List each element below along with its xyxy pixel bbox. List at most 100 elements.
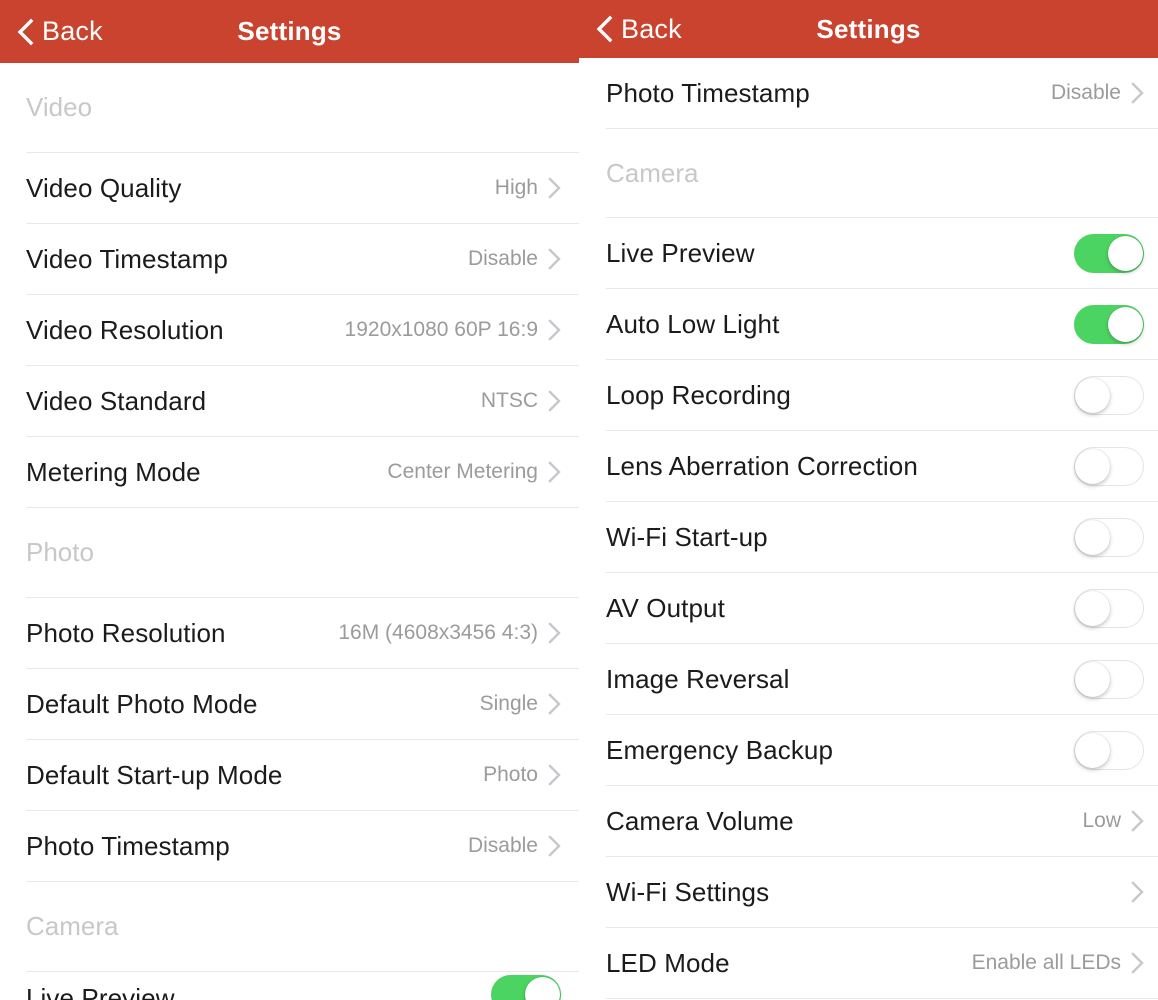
right-settings-list: Photo Timestamp Disable Camera Live Prev… (579, 58, 1158, 1000)
row-accessory: High (495, 176, 561, 200)
chevron-right-icon (548, 177, 561, 199)
chevron-right-icon (548, 319, 561, 341)
section-header-video: Video (26, 92, 93, 122)
table-row[interactable]: Emergency Backup (579, 715, 1158, 785)
row-label: Wi-Fi Settings (606, 876, 770, 907)
row-label: Camera Volume (606, 805, 794, 836)
lens-aberration-correction-toggle[interactable] (1074, 446, 1144, 486)
row-value: High (494, 176, 538, 199)
chevron-right-icon (1131, 881, 1144, 903)
row-accessory: 16M (4608x3456 4:3) (338, 621, 561, 645)
row-value: Disable (467, 834, 538, 857)
auto-low-light-toggle[interactable] (1074, 304, 1144, 344)
row-accessory (1074, 730, 1144, 770)
toggle-knob (1108, 306, 1143, 342)
toggle-knob (1075, 519, 1110, 555)
row-accessory (1121, 881, 1144, 903)
row-label: Lens Aberration Correction (606, 450, 918, 481)
row-value: 1920x1080 60P 16:9 (344, 318, 538, 341)
row-value: Photo (483, 763, 538, 786)
row-label: Photo Timestamp (606, 77, 810, 108)
row-accessory (1074, 304, 1144, 344)
toggle-knob (1108, 235, 1143, 271)
toggle-knob (1075, 732, 1110, 768)
divider (606, 128, 1158, 129)
row-label: Image Reversal (606, 663, 790, 694)
emergency-backup-toggle[interactable] (1074, 730, 1144, 770)
left-settings-list: Video Video Quality High Video Timestamp… (0, 63, 579, 1000)
row-accessory (1074, 517, 1144, 557)
section-header-camera: Camera (606, 157, 699, 188)
toggle-knob (1075, 448, 1110, 484)
row-label: Live Preview (606, 237, 755, 268)
table-row[interactable]: Wi-Fi Settings (579, 857, 1158, 927)
row-label: Video Quality (26, 172, 182, 203)
row-accessory: Low (1082, 809, 1144, 833)
row-accessory (1074, 588, 1144, 628)
row-accessory: Enable all LEDs (972, 951, 1144, 975)
toggle-knob (525, 977, 560, 1000)
back-button[interactable]: Back (593, 14, 682, 45)
row-accessory (1074, 233, 1144, 273)
row-label: Video Timestamp (26, 243, 228, 274)
left-settings-panel: Back Settings Video Video Quality High V… (0, 0, 579, 1000)
image-reversal-toggle[interactable] (1074, 659, 1144, 699)
row-label: Wi-Fi Start-up (606, 521, 768, 552)
table-row[interactable]: Lens Aberration Correction (579, 431, 1158, 501)
row-label: Video Resolution (26, 314, 224, 345)
row-value: Single (479, 692, 538, 715)
table-row[interactable]: Loop Recording (579, 360, 1158, 430)
chevron-right-icon (548, 835, 561, 857)
row-label: Default Start-up Mode (26, 759, 283, 790)
table-row[interactable]: Video Resolution 1920x1080 60P 16:9 (0, 295, 579, 365)
row-accessory: Single (480, 692, 561, 716)
back-button[interactable]: Back (14, 16, 103, 47)
divider (26, 881, 579, 882)
av-output-toggle[interactable] (1074, 588, 1144, 628)
table-row[interactable]: Photo Timestamp Disable (579, 58, 1158, 128)
toggle-knob (1075, 377, 1110, 413)
chevron-left-icon (14, 17, 36, 47)
table-row[interactable]: Video Standard NTSC (0, 366, 579, 436)
table-row[interactable]: LED Mode Enable all LEDs (579, 928, 1158, 998)
chevron-right-icon (548, 248, 561, 270)
row-label: Photo Resolution (26, 617, 226, 648)
row-accessory (1074, 659, 1144, 699)
row-accessory (491, 975, 561, 1000)
table-row[interactable]: Default Photo Mode Single (0, 669, 579, 739)
table-row[interactable]: Video Timestamp Disable (0, 224, 579, 294)
table-row[interactable]: Photo Resolution 16M (4608x3456 4:3) (0, 598, 579, 668)
table-row[interactable]: Camera Volume Low (579, 786, 1158, 856)
wifi-startup-toggle[interactable] (1074, 517, 1144, 557)
row-accessory: Disable (468, 247, 561, 271)
row-accessory (1074, 375, 1144, 415)
live-preview-toggle[interactable] (1074, 233, 1144, 273)
table-row[interactable]: Wi-Fi Start-up (579, 502, 1158, 572)
right-settings-panel: Back Settings Photo Timestamp Disable Ca… (579, 0, 1158, 1000)
table-row[interactable]: Live Preview (579, 218, 1158, 288)
row-accessory: Disable (468, 834, 561, 858)
chevron-right-icon (548, 461, 561, 483)
row-accessory: Photo (483, 763, 561, 787)
row-label: Emergency Backup (606, 734, 834, 765)
table-row[interactable]: Photo Timestamp Disable (0, 811, 579, 881)
chevron-right-icon (548, 693, 561, 715)
live-preview-toggle[interactable] (491, 975, 561, 1000)
table-row[interactable]: Auto Low Light (579, 289, 1158, 359)
settings-dual-panel-screen: Back Settings Video Video Quality High V… (0, 0, 1158, 1000)
toggle-knob (1075, 590, 1110, 626)
row-label: LED Mode (606, 947, 730, 978)
table-row[interactable]: Default Start-up Mode Photo (0, 740, 579, 810)
left-navigation-bar: Back Settings (0, 0, 579, 63)
row-value: 16M (4608x3456 4:3) (338, 621, 538, 644)
row-value: Enable all LEDs (971, 951, 1121, 974)
row-label: Default Photo Mode (26, 688, 258, 719)
right-navigation-bar: Back Settings (579, 0, 1158, 58)
table-row[interactable]: Live Preview (0, 972, 579, 1000)
loop-recording-toggle[interactable] (1074, 375, 1144, 415)
table-row[interactable]: Image Reversal (579, 644, 1158, 714)
table-row[interactable]: AV Output (579, 573, 1158, 643)
back-button-label: Back (42, 16, 103, 46)
table-row[interactable]: Video Quality High (0, 153, 579, 223)
table-row[interactable]: Metering Mode Center Metering (0, 437, 579, 507)
